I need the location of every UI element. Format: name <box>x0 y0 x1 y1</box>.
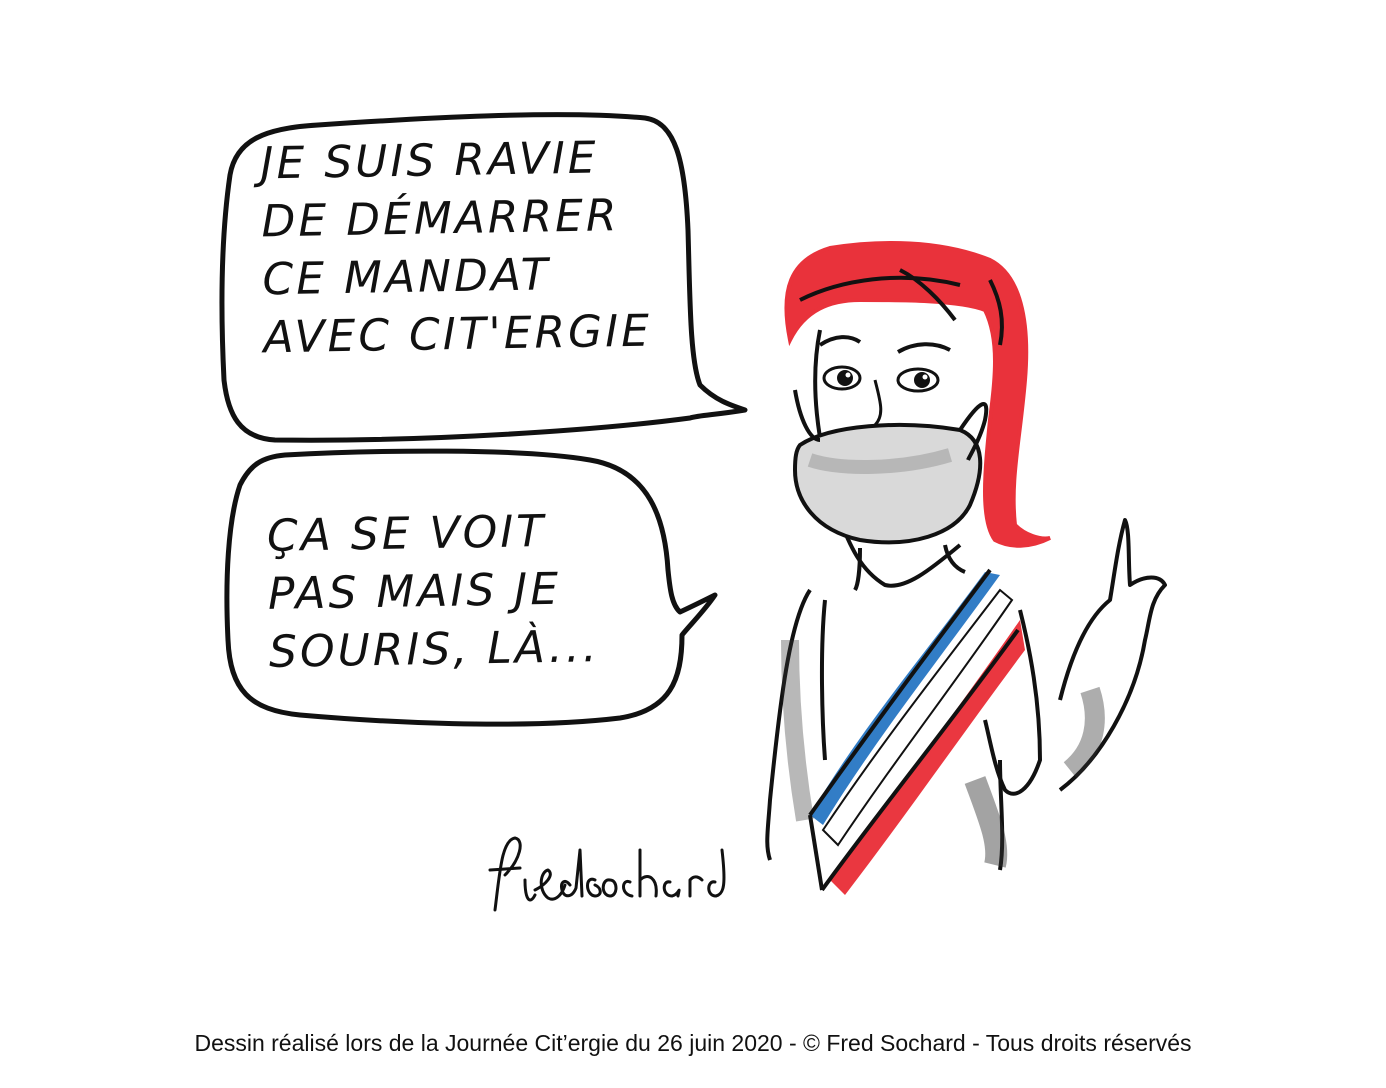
bubble-bottom-line: SOURIS, LÀ... <box>268 621 601 678</box>
bubble-bottom-line: PAS MAIS JE <box>267 563 562 620</box>
bubble-top-text: JE SUIS RAVIE DE DÉMARRER CE MANDAT AVEC… <box>260 129 652 368</box>
bubble-top-line: DE DÉMARRER <box>261 190 620 248</box>
illustration <box>219 112 1167 912</box>
face-mask <box>792 423 983 545</box>
artist-signature <box>488 836 726 912</box>
copyright-caption: Dessin réalisé lors de la Journée Cit’er… <box>194 1030 1192 1056</box>
bubble-top-line: JE SUIS RAVIE <box>260 132 600 190</box>
bubble-bottom-line: ÇA SE VOIT <box>266 506 547 562</box>
bubble-top-line: CE MANDAT <box>262 249 552 306</box>
cartoon-drawing: JE SUIS RAVIE DE DÉMARRER CE MANDAT AVEC… <box>0 0 1386 1083</box>
left-eye <box>822 365 862 391</box>
right-eye <box>896 367 940 393</box>
bubble-top-line: AVEC CIT'ERGIE <box>263 305 653 364</box>
bubble-bottom-text: ÇA SE VOIT PAS MAIS JE SOURIS, LÀ... <box>267 502 601 682</box>
